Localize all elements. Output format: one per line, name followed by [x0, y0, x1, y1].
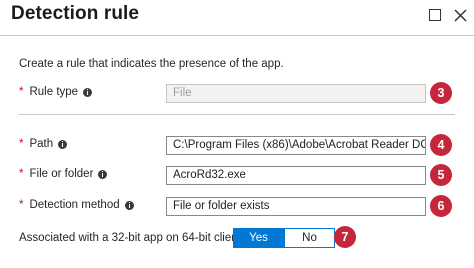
file-or-folder-input[interactable]: AcroRd32.exe: [166, 166, 426, 185]
blade-header: Detection rule: [0, 0, 474, 34]
step-badge-6: 6: [430, 195, 452, 217]
path-label-text: Path: [29, 138, 54, 150]
file-or-folder-label: * File or folder: [19, 168, 108, 180]
section-divider: [19, 114, 455, 115]
step-badge-3: 3: [430, 82, 452, 104]
page-title: Detection rule: [11, 3, 140, 24]
toggle-yes-button[interactable]: Yes: [233, 228, 284, 248]
path-input[interactable]: C:\Program Files (x86)\Adobe\Acrobat Rea…: [166, 136, 426, 155]
description-text: Create a rule that indicates the presenc…: [19, 58, 284, 70]
detection-method-label: * Detection method: [19, 199, 134, 211]
step-badge-7: 7: [334, 226, 356, 248]
close-icon[interactable]: [451, 6, 469, 24]
info-icon[interactable]: [98, 169, 108, 179]
detection-method-label-text: Detection method: [29, 199, 120, 211]
required-marker: *: [19, 199, 24, 211]
rule-type-label-text: Rule type: [29, 86, 79, 98]
associated-32bit-label-text: Associated with a 32-bit app on 64-bit c…: [19, 232, 247, 244]
required-marker: *: [19, 138, 24, 150]
step-badge-5: 5: [430, 164, 452, 186]
required-marker: *: [19, 168, 24, 180]
rule-type-dropdown: File: [166, 84, 426, 103]
file-or-folder-label-text: File or folder: [29, 168, 94, 180]
toggle-no-button[interactable]: No: [284, 228, 335, 248]
info-icon[interactable]: [124, 200, 134, 210]
detection-method-dropdown[interactable]: File or folder exists: [166, 197, 426, 216]
associated-32bit-label: Associated with a 32-bit app on 64-bit c…: [19, 232, 261, 244]
path-label: * Path: [19, 138, 68, 150]
info-icon[interactable]: [58, 139, 68, 149]
rule-type-label: * Rule type: [19, 86, 93, 98]
info-icon[interactable]: [83, 87, 93, 97]
header-divider: [0, 35, 474, 36]
required-marker: *: [19, 86, 24, 98]
maximize-icon[interactable]: [426, 6, 444, 24]
step-badge-4: 4: [430, 134, 452, 156]
